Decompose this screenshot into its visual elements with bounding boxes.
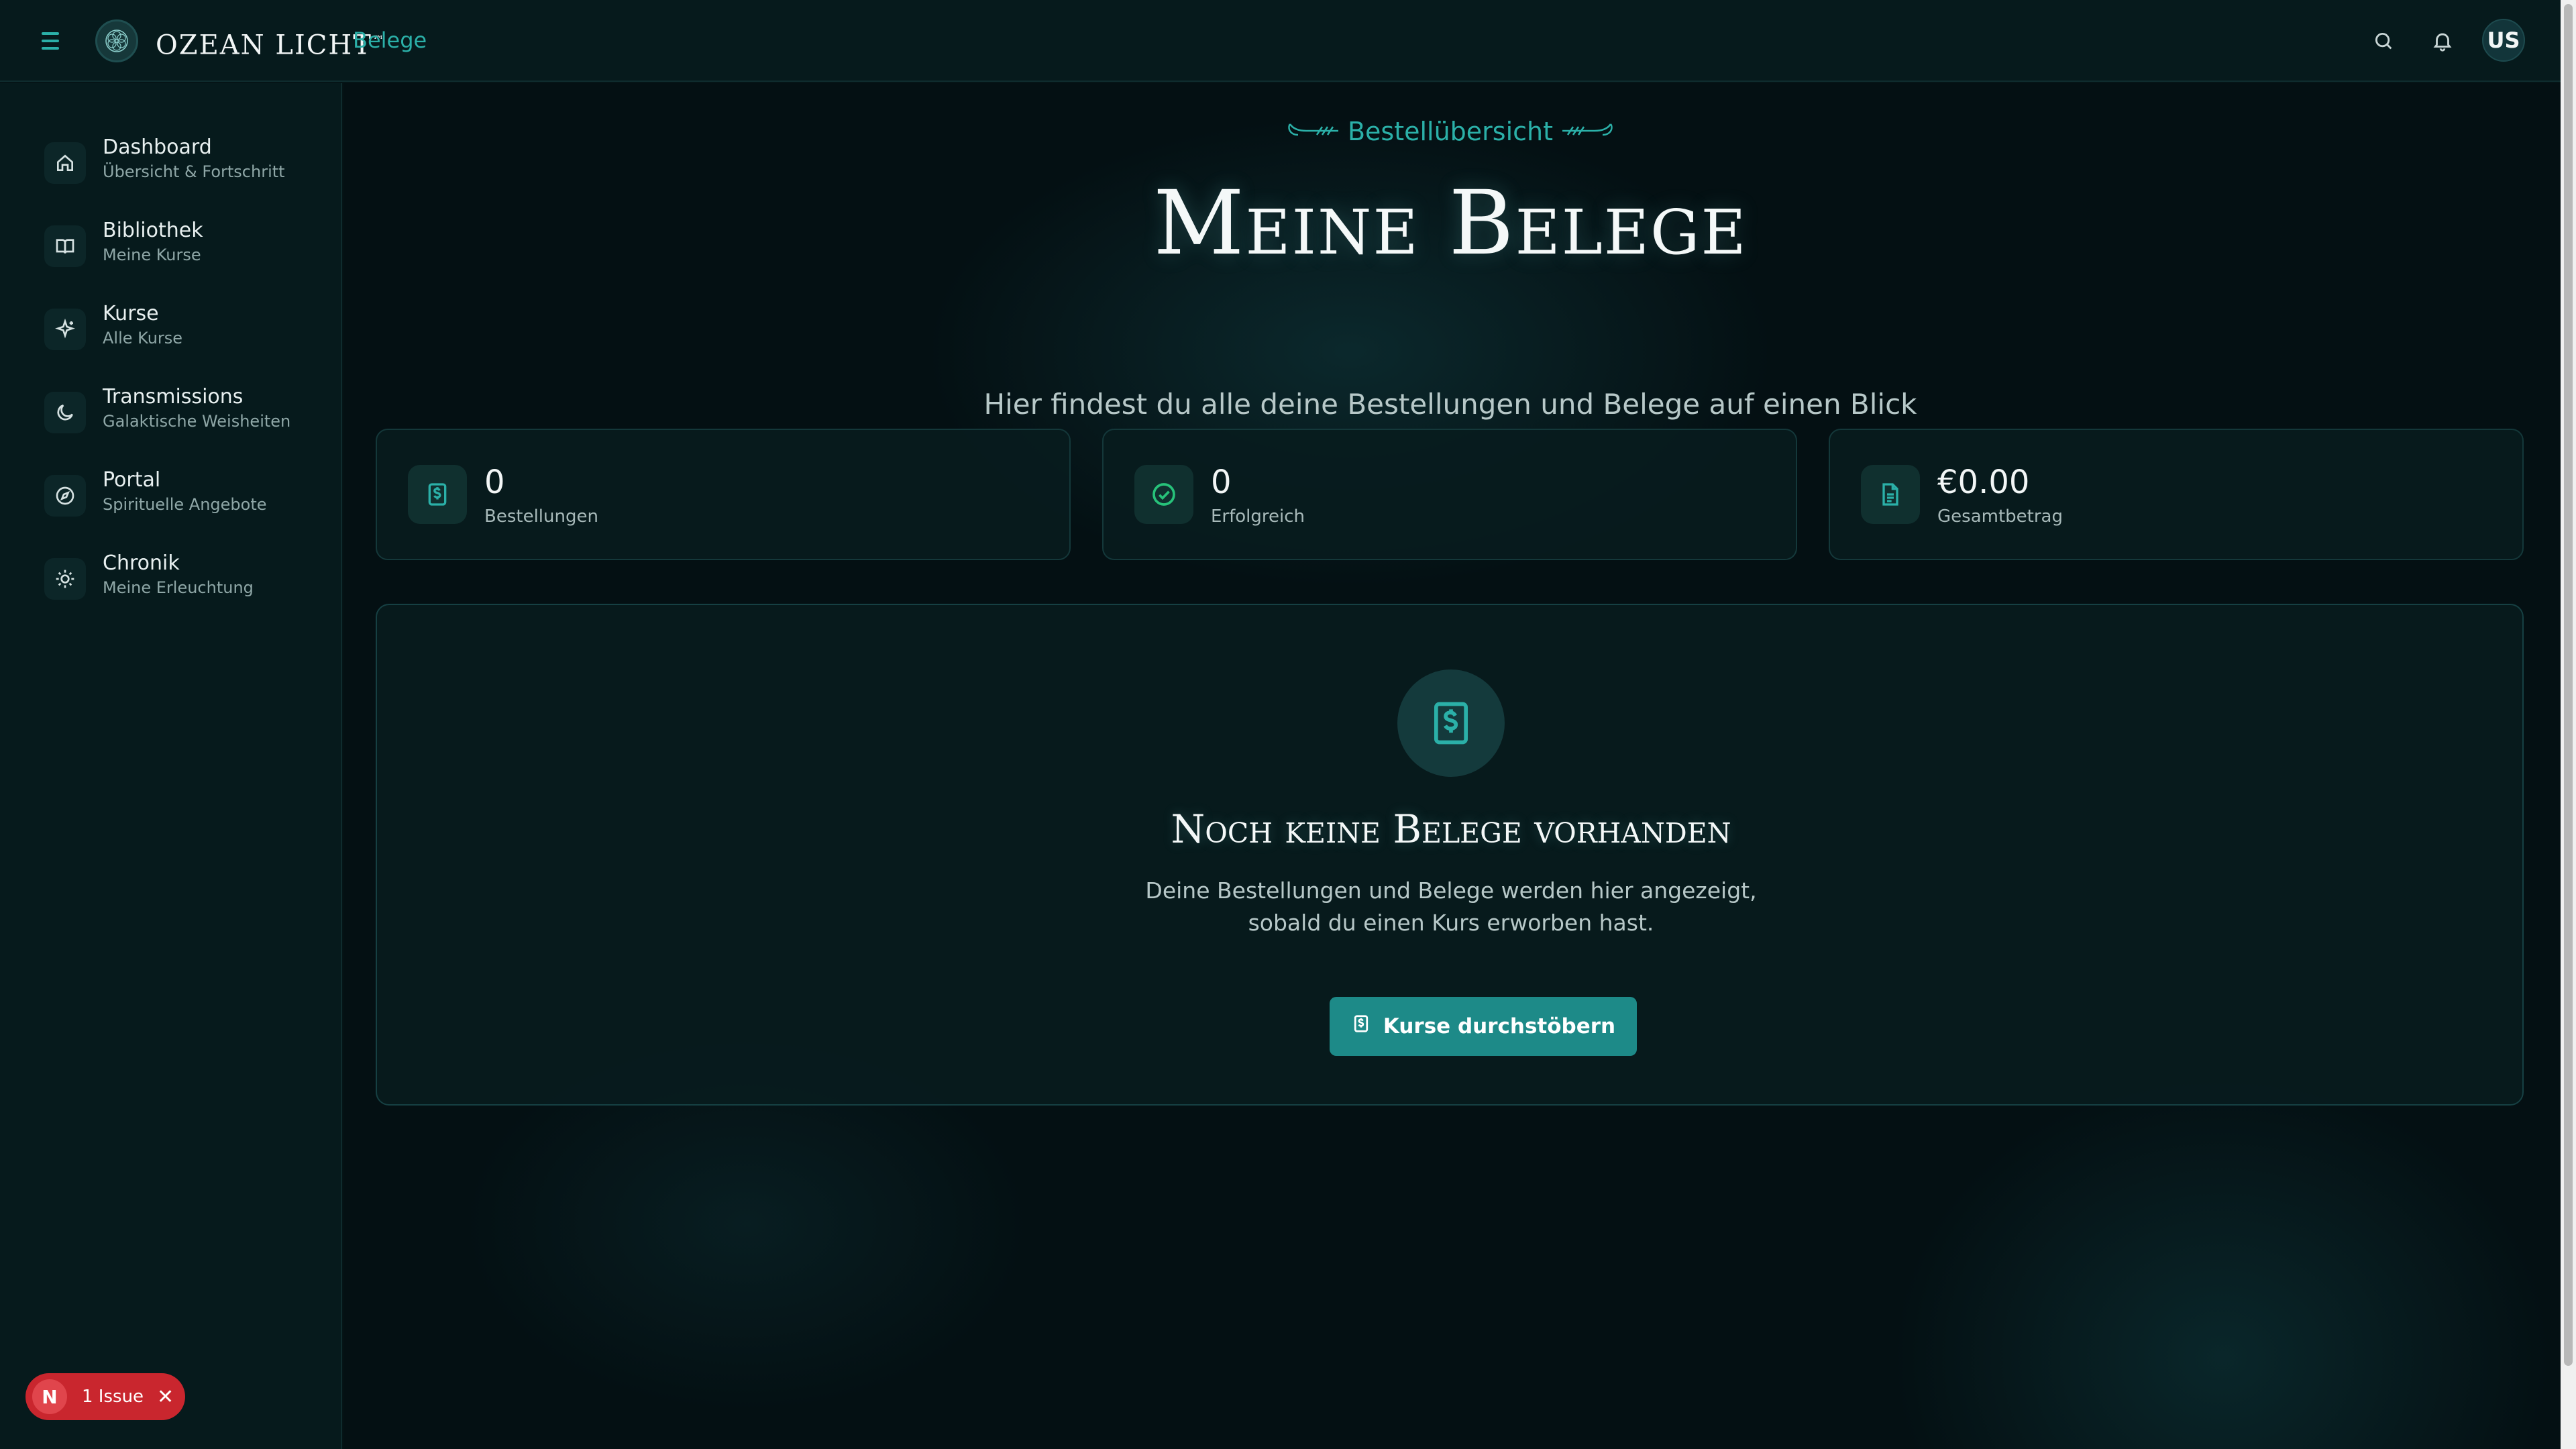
bell-icon[interactable] — [2426, 24, 2459, 58]
issue-badge-letter: N — [32, 1379, 67, 1414]
stat-value: 0 — [484, 464, 505, 501]
sidebar-item-label: Transmissions — [103, 385, 244, 409]
sidebar-item-sublabel: Alle Kurse — [103, 329, 183, 347]
empty-state-card: Noch keine Belege vorhanden Deine Bestel… — [376, 604, 2524, 1106]
stat-card-successful: 0 Erfolgreich — [1102, 429, 1797, 560]
sidebar-item-label: Bibliothek — [103, 219, 203, 242]
stat-label: Gesamtbetrag — [1937, 506, 2063, 527]
sparkles-icon — [44, 309, 86, 350]
sidebar-item-sublabel: Übersicht & Fortschritt — [103, 162, 285, 181]
empty-state-line-1: Deine Bestellungen und Belege werden hie… — [1145, 877, 1757, 904]
empty-state-title: Noch keine Belege vorhanden — [1171, 806, 1731, 852]
empty-state-text: Deine Bestellungen und Belege werden hie… — [377, 875, 2525, 939]
breadcrumb[interactable]: Belege — [353, 25, 427, 55]
receipt-icon — [1397, 669, 1505, 777]
sidebar-item-bibliothek[interactable]: Bibliothek Meine Kurse — [40, 213, 322, 280]
sidebar-item-label: Dashboard — [103, 136, 212, 159]
sidebar-item-sublabel: Galaktische Weisheiten — [103, 412, 291, 431]
sidebar-item-chronik[interactable]: Chronik Meine Erleuchtung — [40, 546, 322, 613]
stat-card-total: €0.00 Gesamtbetrag — [1829, 429, 2524, 560]
home-icon — [44, 142, 86, 184]
empty-state-line-2: sobald du einen Kurs erworben hast. — [1248, 910, 1654, 936]
sidebar-item-portal[interactable]: Portal Spirituelle Angebote — [40, 463, 322, 530]
document-icon — [1861, 465, 1920, 524]
section-eyebrow: Bestellübersicht — [343, 117, 2557, 147]
browse-courses-label: Kurse durchstöbern — [1383, 1014, 1616, 1038]
close-icon[interactable]: ✕ — [157, 1385, 174, 1409]
sidebar-item-label: Portal — [103, 468, 161, 492]
ornament-right-icon — [1561, 119, 1615, 147]
logo-icon[interactable] — [95, 19, 138, 62]
receipt-icon — [408, 465, 467, 524]
check-circle-icon — [1134, 465, 1193, 524]
sidebar-item-sublabel: Meine Erleuchtung — [103, 578, 254, 597]
brand-text: OZEAN LICHT — [156, 30, 372, 61]
sidebar-item-label: Chronik — [103, 551, 180, 575]
stat-label: Erfolgreich — [1211, 506, 1305, 527]
top-bar: OZEAN LICHT™ Belege US — [0, 0, 2561, 82]
search-icon[interactable] — [2367, 24, 2400, 58]
avatar[interactable]: US — [2482, 19, 2525, 62]
page-subtitle: Hier findest du alle deine Bestellungen … — [983, 388, 1917, 421]
sidebar-item-dashboard[interactable]: Dashboard Übersicht & Fortschritt — [40, 130, 322, 197]
main-content: Bestellübersicht Meine Belege Hier finde… — [343, 83, 2561, 1449]
compass-icon — [44, 475, 86, 517]
sidebar-item-label: Kurse — [103, 302, 159, 325]
sidebar-item-sublabel: Meine Kurse — [103, 246, 201, 264]
scrollbar[interactable] — [2561, 0, 2576, 1449]
eyebrow-label: Bestellübersicht — [1347, 117, 1554, 146]
sidebar-item-transmissions[interactable]: Transmissions Galaktische Weisheiten — [40, 380, 322, 447]
sidebar-item-kurse[interactable]: Kurse Alle Kurse — [40, 297, 322, 364]
stat-value: 0 — [1211, 464, 1232, 501]
sidebar: Dashboard Übersicht & Fortschritt Biblio… — [0, 83, 342, 1449]
stat-label: Bestellungen — [484, 506, 598, 527]
menu-icon[interactable] — [42, 30, 64, 52]
sidebar-item-sublabel: Spirituelle Angebote — [103, 495, 267, 514]
issues-badge[interactable]: N 1 Issue ✕ — [25, 1373, 185, 1420]
stat-card-orders: 0 Bestellungen — [376, 429, 1071, 560]
moon-icon — [44, 392, 86, 433]
scrollbar-thumb[interactable] — [2564, 4, 2573, 1366]
issue-count-label[interactable]: 1 Issue — [82, 1387, 144, 1407]
book-icon — [44, 225, 86, 267]
receipt-icon — [1351, 1014, 1371, 1039]
page-title: Meine Belege — [1153, 172, 1748, 275]
stat-value: €0.00 — [1937, 464, 2030, 501]
sun-icon — [44, 558, 86, 600]
ornament-left-icon — [1286, 119, 1340, 147]
browse-courses-button[interactable]: Kurse durchstöbern — [1330, 997, 1637, 1056]
brand-name[interactable]: OZEAN LICHT™ — [156, 22, 384, 60]
